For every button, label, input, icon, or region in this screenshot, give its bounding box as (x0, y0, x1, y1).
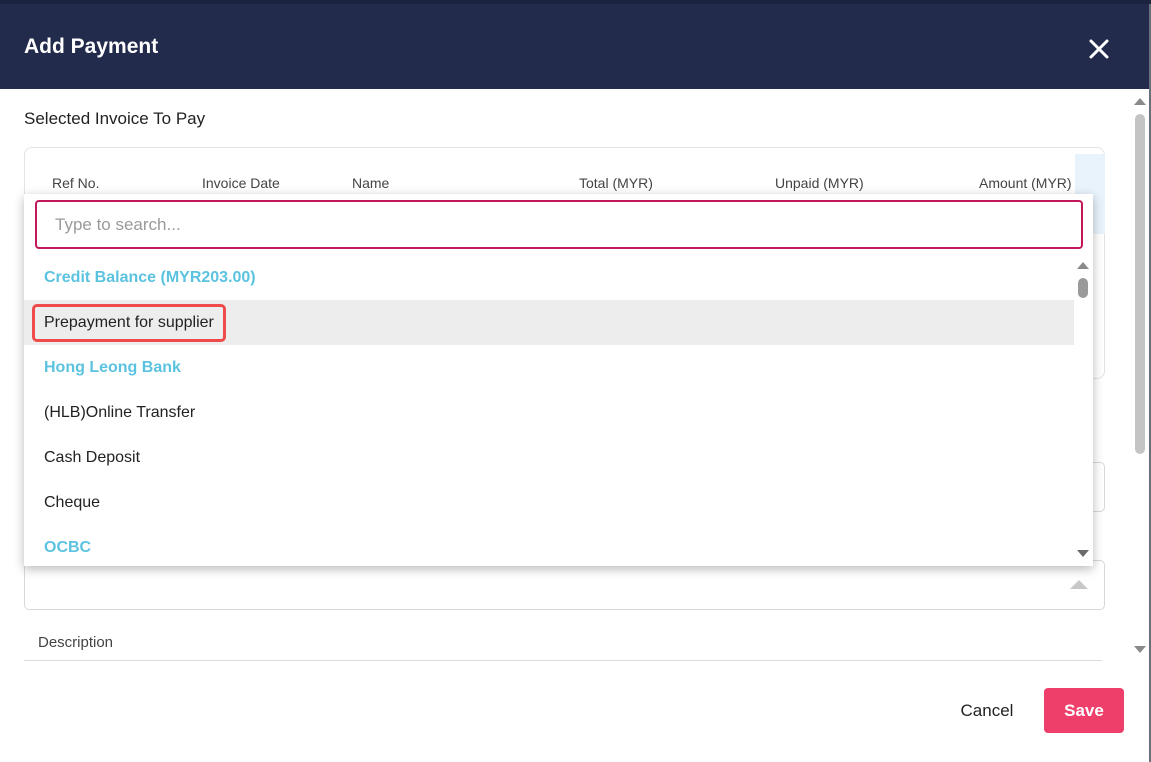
modal-scroll-thumb[interactable] (1135, 114, 1145, 454)
col-header-ref-no: Ref No. (52, 175, 100, 191)
list-item-label: Cash Deposit (44, 449, 141, 466)
save-button[interactable]: Save (1044, 688, 1124, 733)
modal-title: Add Payment (24, 35, 159, 58)
group-header-hong-leong-bank: Hong Leong Bank (24, 345, 1074, 390)
caret-up-icon (1070, 580, 1088, 589)
description-divider (24, 660, 1102, 661)
list-item-label: Cheque (44, 494, 101, 511)
list-item-label: Prepayment for supplier (32, 304, 226, 342)
col-header-invoice-date: Invoice Date (202, 175, 280, 191)
dropdown-scroll-thumb[interactable] (1078, 278, 1088, 298)
close-button[interactable] (1084, 34, 1114, 64)
dropdown-list: Credit Balance (MYR203.00) Prepayment fo… (24, 255, 1074, 566)
modal-header: Add Payment (0, 4, 1149, 89)
list-item-label: OCBC (44, 539, 92, 556)
payment-method-select[interactable] (24, 560, 1105, 610)
option-prepayment-for-supplier[interactable]: Prepayment for supplier (24, 300, 1074, 345)
col-header-unpaid: Unpaid (MYR) (775, 175, 864, 191)
dropdown-search-input[interactable] (35, 200, 1083, 249)
group-header-ocbc: OCBC (24, 525, 1074, 566)
dropdown-scroll-up-icon[interactable] (1077, 262, 1089, 269)
list-item-label: Credit Balance (MYR203.00) (44, 269, 256, 286)
scroll-up-arrow-icon[interactable] (1134, 98, 1146, 105)
option-cheque[interactable]: Cheque (24, 480, 1074, 525)
option-hlb-online-transfer[interactable]: (HLB)Online Transfer (24, 390, 1074, 435)
cancel-button[interactable]: Cancel (946, 690, 1028, 732)
section-label: Selected Invoice To Pay (24, 109, 206, 128)
list-item-label: (HLB)Online Transfer (44, 404, 196, 421)
list-item-label: Hong Leong Bank (44, 359, 181, 376)
scroll-down-arrow-icon[interactable] (1134, 646, 1146, 653)
payment-method-dropdown: Credit Balance (MYR203.00) Prepayment fo… (24, 194, 1093, 566)
option-cash-deposit[interactable]: Cash Deposit (24, 435, 1074, 480)
description-label: Description (38, 634, 114, 651)
col-header-name: Name (352, 175, 390, 191)
close-icon (1089, 39, 1109, 59)
dropdown-scroll-down-icon[interactable] (1077, 550, 1089, 557)
group-header-credit-balance: Credit Balance (MYR203.00) (24, 255, 1074, 300)
col-header-total: Total (MYR) (579, 175, 653, 191)
col-header-amount: Amount (MYR) (979, 175, 1072, 191)
add-payment-modal: Add Payment Selected Invoice To Pay Ref … (0, 4, 1149, 762)
